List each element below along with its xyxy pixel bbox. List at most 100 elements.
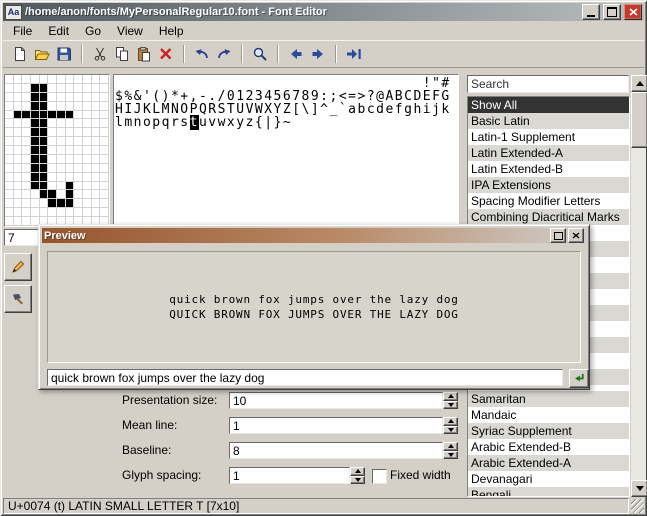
glyph-grid-cell[interactable] [74, 84, 83, 93]
glyph-grid-cell[interactable] [92, 119, 101, 128]
glyph-grid-cell[interactable] [100, 190, 109, 199]
glyph-grid-cell[interactable] [83, 119, 92, 128]
glyph-grid-cell[interactable] [92, 84, 101, 93]
glyph-grid-cell[interactable] [57, 208, 66, 217]
glyph-grid-cell[interactable] [66, 182, 75, 191]
glyph-grid-cell[interactable] [14, 190, 23, 199]
next-glyph-button[interactable] [307, 43, 329, 65]
glyph-grid-cell[interactable] [66, 111, 75, 120]
glyph-grid-cell[interactable] [48, 182, 57, 191]
glyph-grid-cell[interactable] [92, 128, 101, 137]
glyph-grid-cell[interactable] [31, 137, 40, 146]
glyph-grid-cell[interactable] [48, 199, 57, 208]
glyph-grid-cell[interactable] [22, 173, 31, 182]
scroll-down-button[interactable] [631, 480, 647, 497]
glyph-grid-cell[interactable] [14, 155, 23, 164]
glyph-grid-cell[interactable] [14, 164, 23, 173]
glyph-grid-cell[interactable] [40, 119, 49, 128]
glyph-grid-cell[interactable] [14, 208, 23, 217]
glyph-grid-cell[interactable] [74, 93, 83, 102]
glyph-grid-cell[interactable] [74, 208, 83, 217]
glyph-grid-cell[interactable] [48, 84, 57, 93]
new-button[interactable] [9, 43, 31, 65]
glyph-grid-cell[interactable] [48, 119, 57, 128]
glyph-grid-cell[interactable] [14, 111, 23, 120]
glyph-grid-cell[interactable] [14, 84, 23, 93]
glyph-grid-cell[interactable] [31, 84, 40, 93]
glyph-grid-cell[interactable] [22, 182, 31, 191]
glyph-grid-cell[interactable] [74, 155, 83, 164]
block-list-item[interactable]: Arabic Extended-A [468, 455, 629, 471]
glyph-grid-cell[interactable] [22, 84, 31, 93]
glyph-grid-cell[interactable] [74, 137, 83, 146]
glyph-grid-cell[interactable] [66, 173, 75, 182]
glyph-grid-cell[interactable] [48, 75, 57, 84]
glyph-grid-cell[interactable] [100, 119, 109, 128]
glyph-grid-cell[interactable] [40, 208, 49, 217]
glyph-grid-cell[interactable] [74, 128, 83, 137]
block-list-item[interactable]: Bengali [468, 487, 629, 497]
copy-button[interactable] [111, 43, 133, 65]
glyph-grid-cell[interactable] [40, 111, 49, 120]
glyph-grid-cell[interactable] [40, 93, 49, 102]
open-button[interactable] [31, 43, 53, 65]
glyph-grid-cell[interactable] [31, 173, 40, 182]
glyph-grid-cell[interactable] [48, 102, 57, 111]
glyph-grid-cell[interactable] [66, 102, 75, 111]
stamp-tool-button[interactable] [4, 285, 32, 313]
preview-text-input[interactable] [47, 369, 563, 386]
glyph-grid-cell[interactable] [5, 119, 14, 128]
glyph-grid-cell[interactable] [57, 137, 66, 146]
resize-grip[interactable] [631, 499, 644, 513]
vertical-scrollbar[interactable] [631, 75, 646, 497]
scroll-up-button[interactable] [631, 75, 647, 92]
spin-up-button[interactable] [443, 417, 458, 426]
glyph-grid-cell[interactable] [48, 155, 57, 164]
glyph-grid-cell[interactable] [100, 128, 109, 137]
glyph-grid-cell[interactable] [22, 164, 31, 173]
spin-down-button[interactable] [443, 451, 458, 460]
glyph-grid-cell[interactable] [22, 190, 31, 199]
block-list-item[interactable]: Syriac Supplement [468, 423, 629, 439]
glyph-grid-cell[interactable] [14, 119, 23, 128]
glyph-grid-cell[interactable] [74, 102, 83, 111]
glyph-grid-cell[interactable] [66, 128, 75, 137]
glyph-grid-cell[interactable] [92, 164, 101, 173]
glyph-grid-cell[interactable] [100, 208, 109, 217]
glyph-grid-cell[interactable] [5, 208, 14, 217]
goto-glyph-button[interactable] [343, 43, 365, 65]
glyph-width-input[interactable] [4, 229, 41, 246]
dialog-maximize-button[interactable] [550, 228, 566, 243]
glyph-grid-cell[interactable] [22, 208, 31, 217]
glyph-grid-cell[interactable] [100, 102, 109, 111]
pencil-tool-button[interactable] [4, 253, 32, 281]
menu-edit[interactable]: Edit [40, 22, 77, 40]
glyph-grid-cell[interactable] [31, 164, 40, 173]
glyph-grid-cell[interactable] [5, 199, 14, 208]
glyph-grid-cell[interactable] [74, 199, 83, 208]
undo-button[interactable] [191, 43, 213, 65]
glyph-grid-cell[interactable] [83, 93, 92, 102]
redo-button[interactable] [213, 43, 235, 65]
glyph-grid-cell[interactable] [40, 137, 49, 146]
maximize-button[interactable] [603, 4, 621, 20]
glyph-grid-cell[interactable] [92, 146, 101, 155]
glyph-grid-cell[interactable] [22, 137, 31, 146]
glyph-grid-cell[interactable] [31, 119, 40, 128]
glyph-grid-cell[interactable] [14, 146, 23, 155]
glyph-grid-cell[interactable] [83, 102, 92, 111]
menu-help[interactable]: Help [151, 22, 192, 40]
glyph-grid-cell[interactable] [100, 182, 109, 191]
delete-button[interactable] [155, 43, 177, 65]
glyph-grid-cell[interactable] [92, 199, 101, 208]
block-list-item[interactable]: IPA Extensions [468, 177, 629, 193]
glyph-grid-cell[interactable] [66, 137, 75, 146]
glyph-grid-cell[interactable] [66, 208, 75, 217]
glyph-grid-cell[interactable] [40, 146, 49, 155]
glyph-grid-cell[interactable] [100, 84, 109, 93]
glyph-grid-cell[interactable] [83, 199, 92, 208]
glyph-grid-cell[interactable] [40, 190, 49, 199]
glyph-grid-cell[interactable] [5, 173, 14, 182]
glyph-grid-cell[interactable] [40, 102, 49, 111]
glyph-grid-cell[interactable] [57, 93, 66, 102]
